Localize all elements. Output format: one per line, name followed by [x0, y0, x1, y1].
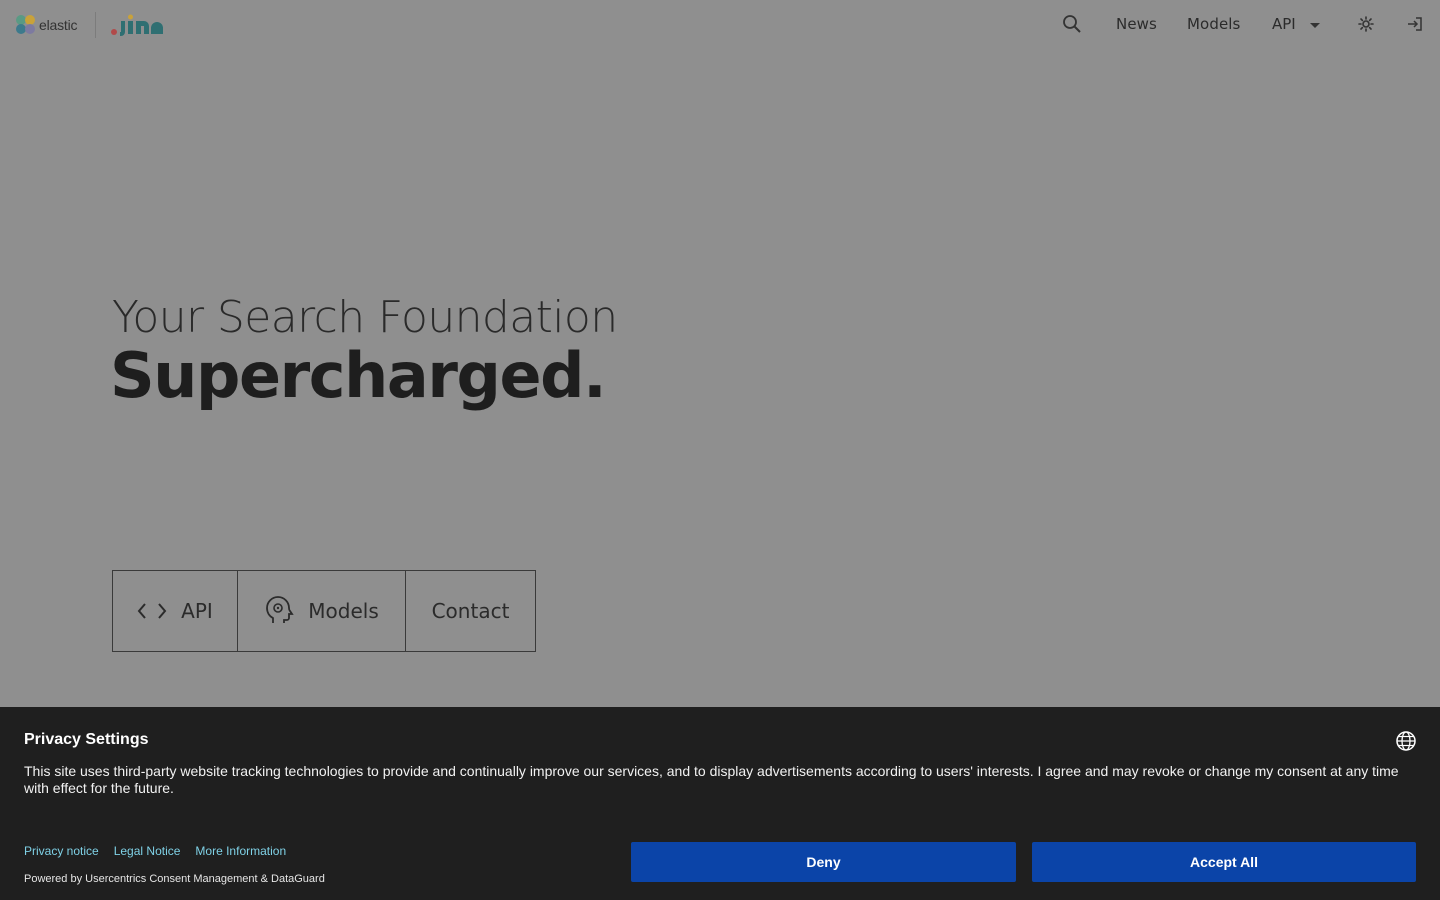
hero-title: Your Search Foundation [112, 292, 618, 343]
models-button-label: Models [308, 599, 379, 623]
nav-dropdown-api[interactable]: API [1272, 15, 1320, 33]
elastic-logo[interactable]: elastic [16, 14, 77, 36]
privacy-consent-banner: Privacy Settings This site uses third-pa… [0, 707, 1440, 900]
contact-button-label: Contact [431, 599, 510, 623]
code-icon [137, 603, 167, 619]
accept-all-button[interactable]: Accept All [1032, 842, 1416, 882]
legal-notice-link[interactable]: Legal Notice [114, 844, 181, 858]
elastic-logo-icon [16, 15, 36, 35]
cta-button-group: API Models Contact [112, 570, 536, 652]
globe-icon[interactable] [1395, 730, 1417, 752]
privacy-notice-link[interactable]: Privacy notice [24, 844, 99, 858]
models-button[interactable]: Models [238, 571, 406, 651]
more-information-link[interactable]: More Information [195, 844, 286, 858]
consent-powered-by: Powered by Usercentrics Consent Manageme… [24, 873, 325, 885]
jina-logo[interactable] [111, 14, 167, 36]
elastic-wordmark: elastic [39, 17, 78, 33]
contact-button[interactable]: Contact [406, 571, 535, 651]
api-button-label: API [181, 599, 213, 623]
gear-icon[interactable] [1356, 14, 1376, 34]
deny-button[interactable]: Deny [631, 842, 1016, 882]
caret-down-icon [1309, 22, 1320, 28]
nav-api-label: API [1272, 15, 1296, 33]
search-icon[interactable] [1062, 14, 1082, 34]
hero-subtitle: Supercharged. [110, 339, 607, 412]
site-header: elastic News Models API [0, 0, 1440, 50]
brain-head-icon [266, 596, 294, 623]
login-icon[interactable] [1405, 14, 1425, 34]
logo-divider [95, 12, 96, 38]
consent-description: This site uses third-party website track… [24, 763, 1399, 796]
nav-link-models[interactable]: Models [1187, 15, 1240, 33]
consent-title: Privacy Settings [24, 731, 149, 748]
consent-links: Privacy notice Legal Notice More Informa… [24, 844, 286, 858]
nav-link-news[interactable]: News [1116, 15, 1157, 33]
api-button[interactable]: API [113, 571, 238, 651]
